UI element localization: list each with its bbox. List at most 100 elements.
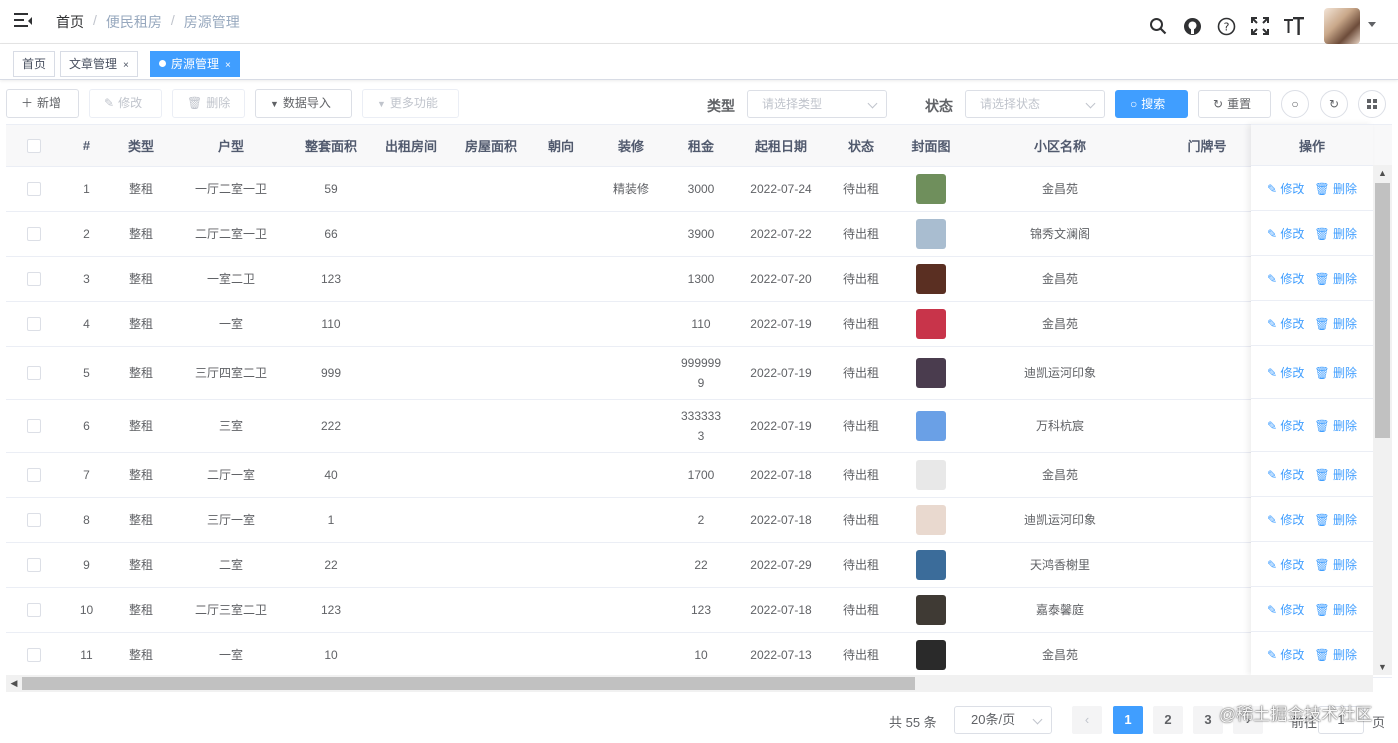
row-checkbox[interactable] <box>27 181 41 196</box>
prev-page-button[interactable]: ‹ <box>1072 706 1102 734</box>
type-select[interactable]: 请选择类型 <box>747 90 887 118</box>
cover-image[interactable] <box>916 263 946 294</box>
cover-image[interactable] <box>916 459 946 490</box>
cover-image[interactable] <box>916 357 946 388</box>
row-edit-button[interactable]: ✎ 修改 <box>1267 225 1304 242</box>
row-edit-button[interactable]: ✎ 修改 <box>1267 417 1304 434</box>
row-checkbox[interactable] <box>27 316 41 331</box>
table-row[interactable]: 4 整租 一室 110 110 2022-07-19 待出租 金昌苑 <box>6 301 1392 347</box>
cover-image[interactable] <box>916 410 946 441</box>
row-delete-button[interactable]: 🗑 删除 <box>1314 556 1357 573</box>
row-checkbox[interactable] <box>27 557 41 572</box>
cover-image[interactable] <box>916 594 946 625</box>
row-checkbox[interactable] <box>27 512 41 527</box>
reset-button[interactable]: ↻ 重置 <box>1198 90 1271 118</box>
table-row[interactable]: 3 整租 一室二卫 123 1300 2022-07-20 待出租 金昌苑 <box>6 256 1392 302</box>
row-select-cell[interactable] <box>6 301 62 347</box>
row-checkbox[interactable] <box>27 647 41 662</box>
cover-image[interactable] <box>916 218 946 249</box>
vertical-scrollbar[interactable]: ▲ ▼ <box>1373 165 1392 675</box>
row-delete-button[interactable]: 🗑 删除 <box>1314 466 1357 483</box>
row-select-cell[interactable] <box>6 256 62 302</box>
horizontal-scrollbar-thumb[interactable] <box>22 677 915 690</box>
cover-image[interactable] <box>916 639 946 670</box>
import-button[interactable]: ▼ 数据导入 <box>255 89 352 118</box>
row-edit-button[interactable]: ✎ 修改 <box>1267 315 1304 332</box>
close-icon[interactable]: × <box>225 60 231 71</box>
breadcrumb-home[interactable]: 首页 <box>56 12 84 32</box>
row-edit-button[interactable]: ✎ 修改 <box>1267 466 1304 483</box>
scroll-down-icon[interactable]: ▼ <box>1373 659 1392 675</box>
refresh-button[interactable]: ↻ <box>1320 90 1348 118</box>
cover-image[interactable] <box>916 504 946 535</box>
row-select-cell[interactable] <box>6 542 62 588</box>
row-delete-button[interactable]: 🗑 删除 <box>1314 364 1357 381</box>
row-edit-button[interactable]: ✎ 修改 <box>1267 646 1304 663</box>
table-row[interactable]: 11 整租 一室 10 10 2022-07-13 待出租 金昌苑 <box>6 632 1392 678</box>
row-edit-button[interactable]: ✎ 修改 <box>1267 556 1304 573</box>
search-button[interactable]: ○ 搜索 <box>1115 90 1188 118</box>
github-icon[interactable] <box>1182 14 1202 38</box>
row-delete-button[interactable]: 🗑 删除 <box>1314 225 1357 242</box>
table-row[interactable]: 6 整租 三室 222 3333333 2022-07-19 待出租 万科杭宸 <box>6 399 1392 453</box>
row-select-cell[interactable] <box>6 587 62 633</box>
table-row[interactable]: 7 整租 二厅一室 40 1700 2022-07-18 待出租 金昌苑 <box>6 452 1392 498</box>
row-delete-button[interactable]: 🗑 删除 <box>1314 646 1357 663</box>
breadcrumb-rental[interactable]: 便民租房 <box>106 12 162 32</box>
row-delete-button[interactable]: 🗑 删除 <box>1314 417 1357 434</box>
table-row[interactable]: 1 整租 一厅二室一卫 59 精装修 3000 2022-07-24 待出租 金昌苑 <box>6 166 1392 212</box>
row-edit-button[interactable]: ✎ 修改 <box>1267 180 1304 197</box>
delete-button[interactable]: 🗑 删除 <box>172 89 245 118</box>
page-1-button[interactable]: 1 <box>1113 706 1143 734</box>
close-icon[interactable]: × <box>123 60 129 71</box>
page-size-select[interactable]: 20条/页 <box>954 706 1052 734</box>
page-2-button[interactable]: 2 <box>1153 706 1183 734</box>
question-icon[interactable]: ? <box>1216 14 1236 38</box>
scroll-up-icon[interactable]: ▲ <box>1373 165 1392 181</box>
row-select-cell[interactable] <box>6 399 62 453</box>
row-checkbox[interactable] <box>27 226 41 241</box>
select-all-checkbox[interactable] <box>27 139 41 154</box>
row-select-cell[interactable] <box>6 497 62 543</box>
row-select-cell[interactable] <box>6 632 62 678</box>
row-delete-button[interactable]: 🗑 删除 <box>1314 601 1357 618</box>
tag-home[interactable]: 首页 <box>13 51 56 77</box>
add-button[interactable]: ＋新增 <box>6 89 79 118</box>
row-edit-button[interactable]: ✎ 修改 <box>1267 270 1304 287</box>
cover-image[interactable] <box>916 549 946 580</box>
row-delete-button[interactable]: 🗑 删除 <box>1314 180 1357 197</box>
table-row[interactable]: 5整租三厅四室二卫99999999992022-07-19待出租迪凯运河印象m <box>6 346 1392 400</box>
row-delete-button[interactable]: 🗑 删除 <box>1314 511 1357 528</box>
hamburger-menu-icon[interactable] <box>14 12 32 28</box>
table-row[interactable]: 8 整租 三厅一室 1 2 2022-07-18 待出租 迪凯运河印象 <box>6 497 1392 543</box>
row-checkbox[interactable] <box>27 418 41 433</box>
fullscreen-icon[interactable] <box>1250 14 1270 38</box>
row-edit-button[interactable]: ✎ 修改 <box>1267 511 1304 528</box>
edit-button[interactable]: ✎ 修改 <box>89 89 162 118</box>
cover-image[interactable] <box>916 173 946 204</box>
more-functions-button[interactable]: ▼ 更多功能 <box>362 89 459 118</box>
tag-house-management[interactable]: 房源管理 × <box>150 51 240 77</box>
scroll-left-icon[interactable]: ◀ <box>6 675 22 692</box>
status-select[interactable]: 请选择状态 <box>965 90 1105 118</box>
row-checkbox[interactable] <box>27 602 41 617</box>
search-icon[interactable] <box>1148 14 1168 38</box>
vertical-scrollbar-thumb[interactable] <box>1375 183 1390 438</box>
row-delete-button[interactable]: 🗑 删除 <box>1314 315 1357 332</box>
row-delete-button[interactable]: 🗑 删除 <box>1314 270 1357 287</box>
tag-article-management[interactable]: 文章管理 × <box>60 51 138 77</box>
cover-image[interactable] <box>916 308 946 339</box>
caret-down-icon[interactable] <box>1368 22 1376 27</box>
select-all-cell[interactable] <box>6 125 62 167</box>
user-avatar[interactable] <box>1324 8 1360 44</box>
row-select-cell[interactable] <box>6 452 62 498</box>
row-edit-button[interactable]: ✎ 修改 <box>1267 364 1304 381</box>
column-settings-button[interactable] <box>1358 90 1386 118</box>
table-row[interactable]: 2 整租 二厅二室一卫 66 3900 2022-07-22 待出租 锦秀文澜阁 <box>6 211 1392 257</box>
row-select-cell[interactable] <box>6 166 62 212</box>
toggle-search-button[interactable]: ○ <box>1281 90 1309 118</box>
horizontal-scrollbar[interactable]: ◀ <box>6 675 1373 692</box>
row-edit-button[interactable]: ✎ 修改 <box>1267 601 1304 618</box>
row-checkbox[interactable] <box>27 271 41 286</box>
row-select-cell[interactable] <box>6 211 62 257</box>
